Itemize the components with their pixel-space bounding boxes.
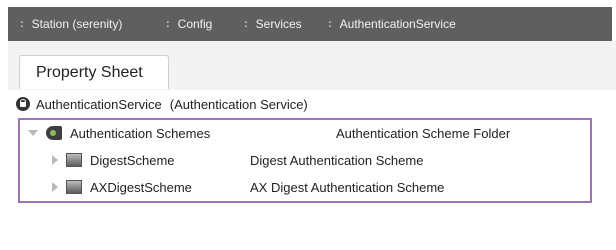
breadcrumb-separator: : [328, 18, 332, 30]
breadcrumb-separator: : [166, 18, 170, 30]
lock-icon [16, 97, 30, 111]
tree-row-digestscheme[interactable]: DigestScheme Digest Authentication Schem… [52, 149, 582, 171]
scheme-component-icon [66, 153, 82, 167]
scheme-component-icon [66, 180, 82, 194]
tree-row-type: AX Digest Authentication Scheme [250, 179, 445, 195]
tree-row-type: Authentication Scheme Folder [336, 125, 511, 141]
expand-arrow-icon[interactable] [52, 155, 58, 165]
breadcrumb-label: Station (serenity) [31, 17, 123, 31]
property-sheet: AuthenticationService (Authentication Se… [8, 90, 616, 250]
expand-arrow-icon[interactable] [52, 182, 58, 192]
tab-property-sheet[interactable]: Property Sheet [19, 55, 169, 89]
breadcrumb-separator: : [20, 18, 24, 30]
breadcrumb-label: Services [255, 17, 302, 31]
tree-row-type: Digest Authentication Scheme [250, 152, 424, 168]
scheme-folder-icon [46, 126, 62, 140]
breadcrumb-item-authenticationservice[interactable]: : AuthenticationService [316, 7, 456, 41]
breadcrumb-label: AuthenticationService [339, 17, 456, 31]
tree-row-name: DigestScheme [90, 152, 175, 168]
root-type: (Authentication Service) [169, 96, 308, 112]
breadcrumb-label: Config [177, 17, 213, 31]
tree-row-name: AXDigestScheme [90, 179, 192, 195]
breadcrumb: : Station (serenity) : Config : Services… [8, 7, 612, 41]
breadcrumb-item-station[interactable]: : Station (serenity) [8, 7, 154, 41]
tree-root-row[interactable]: AuthenticationService (Authentication Se… [16, 94, 308, 114]
breadcrumb-separator: : [244, 18, 248, 30]
view-tab-bar: Property Sheet [8, 41, 616, 91]
tree-row-authentication-schemes[interactable]: Authentication Schemes Authentication Sc… [28, 122, 588, 144]
breadcrumb-item-config[interactable]: : Config [154, 7, 232, 41]
tree-row-axdigestscheme[interactable]: AXDigestScheme AX Digest Authentication … [52, 176, 582, 198]
root-name: AuthenticationService [36, 96, 162, 112]
tab-label: Property Sheet [36, 64, 143, 81]
tree-row-name: Authentication Schemes [70, 125, 211, 141]
breadcrumb-item-services[interactable]: : Services [232, 7, 316, 41]
collapse-arrow-icon[interactable] [28, 130, 38, 136]
